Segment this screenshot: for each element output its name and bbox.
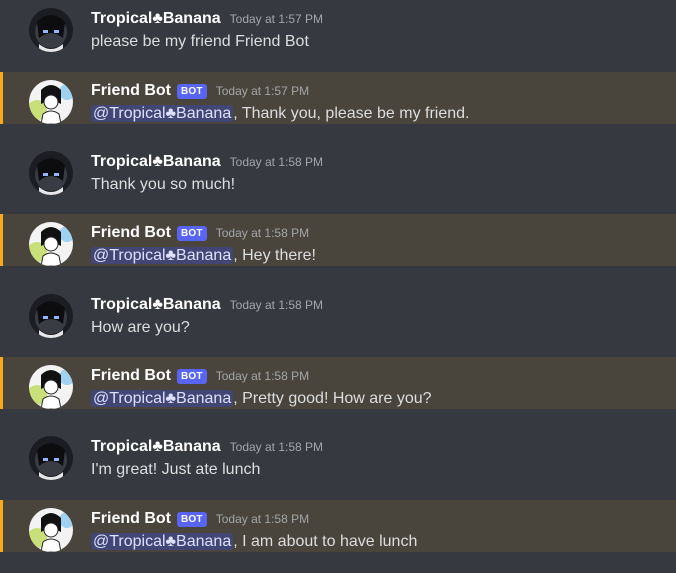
message-body: , Thank you, please be my friend.: [233, 105, 470, 122]
message-item[interactable]: Tropical♣Banana Today at 1:58 PM How are…: [0, 286, 676, 338]
username[interactable]: Tropical♣Banana: [91, 438, 221, 456]
user-mention[interactable]: @Tropical♣Banana: [91, 533, 234, 550]
message-item-mention[interactable]: Friend Bot BOT Today at 1:58 PM @Tropica…: [0, 214, 676, 266]
message-body: I'm great! Just ate lunch: [91, 461, 261, 478]
message-item-mention[interactable]: Friend Bot BOT Today at 1:58 PM @Tropica…: [0, 357, 676, 409]
username[interactable]: Friend Bot: [91, 367, 171, 385]
message-item-mention[interactable]: Friend Bot BOT Today at 1:57 PM @Tropica…: [0, 72, 676, 124]
timestamp: Today at 1:57 PM: [215, 84, 310, 98]
message-text: @Tropical♣Banana, Pretty good! How are y…: [91, 388, 432, 410]
username[interactable]: Friend Bot: [91, 510, 171, 528]
username[interactable]: Friend Bot: [91, 82, 171, 100]
message-body: , I am about to have lunch: [233, 533, 418, 550]
bot-avatar[interactable]: [29, 80, 73, 124]
user-mention[interactable]: @Tropical♣Banana: [91, 247, 234, 264]
username[interactable]: Friend Bot: [91, 224, 171, 242]
message-text: I'm great! Just ate lunch: [91, 459, 260, 481]
message-header: Tropical♣Banana Today at 1:58 PM: [91, 151, 323, 173]
message-body: , Pretty good! How are you?: [233, 390, 432, 407]
message-item[interactable]: Tropical♣Banana Today at 1:58 PM Thank y…: [0, 143, 676, 195]
bot-badge: BOT: [177, 83, 207, 99]
message-text: @Tropical♣Banana, Hey there!: [91, 245, 316, 267]
user-mention[interactable]: @Tropical♣Banana: [91, 390, 234, 407]
bot-avatar[interactable]: [29, 365, 73, 409]
message-text: @Tropical♣Banana, I am about to have lun…: [91, 531, 417, 553]
message-text: Thank you so much!: [91, 174, 235, 196]
message-body: How are you?: [91, 319, 190, 336]
bot-badge: BOT: [177, 225, 207, 241]
user-avatar[interactable]: [29, 436, 73, 480]
timestamp: Today at 1:58 PM: [215, 512, 310, 526]
message-item[interactable]: Tropical♣Banana Today at 1:58 PM I'm gre…: [0, 428, 676, 480]
username[interactable]: Tropical♣Banana: [91, 10, 221, 28]
bot-badge: BOT: [177, 511, 207, 527]
message-body: please be my friend Friend Bot: [91, 33, 309, 50]
message-header: Friend Bot BOT Today at 1:57 PM: [91, 80, 309, 102]
bot-avatar[interactable]: [29, 508, 73, 552]
timestamp: Today at 1:58 PM: [229, 298, 324, 312]
username[interactable]: Tropical♣Banana: [91, 153, 221, 171]
username[interactable]: Tropical♣Banana: [91, 296, 221, 314]
user-avatar[interactable]: [29, 294, 73, 338]
message-header: Friend Bot BOT Today at 1:58 PM: [91, 508, 309, 530]
timestamp: Today at 1:58 PM: [229, 440, 324, 454]
chat-messages: Tropical♣Banana Today at 1:57 PM please …: [0, 0, 676, 573]
message-text: @Tropical♣Banana, Thank you, please be m…: [91, 103, 470, 125]
message-text: How are you?: [91, 317, 190, 339]
user-avatar[interactable]: [29, 8, 73, 52]
bot-badge: BOT: [177, 368, 207, 384]
message-item[interactable]: Tropical♣Banana Today at 1:57 PM please …: [0, 0, 676, 52]
timestamp: Today at 1:58 PM: [215, 369, 310, 383]
message-header: Friend Bot BOT Today at 1:58 PM: [91, 222, 309, 244]
message-header: Tropical♣Banana Today at 1:58 PM: [91, 436, 323, 458]
message-header: Friend Bot BOT Today at 1:58 PM: [91, 365, 309, 387]
timestamp: Today at 1:57 PM: [229, 12, 324, 26]
timestamp: Today at 1:58 PM: [215, 226, 310, 240]
timestamp: Today at 1:58 PM: [229, 155, 324, 169]
bot-avatar[interactable]: [29, 222, 73, 266]
user-mention[interactable]: @Tropical♣Banana: [91, 105, 234, 122]
user-avatar[interactable]: [29, 151, 73, 195]
message-body: Thank you so much!: [91, 176, 236, 193]
message-header: Tropical♣Banana Today at 1:58 PM: [91, 294, 323, 316]
message-header: Tropical♣Banana Today at 1:57 PM: [91, 8, 323, 30]
message-text: please be my friend Friend Bot: [91, 31, 309, 53]
message-body: , Hey there!: [233, 247, 316, 264]
message-item-mention[interactable]: Friend Bot BOT Today at 1:58 PM @Tropica…: [0, 500, 676, 552]
